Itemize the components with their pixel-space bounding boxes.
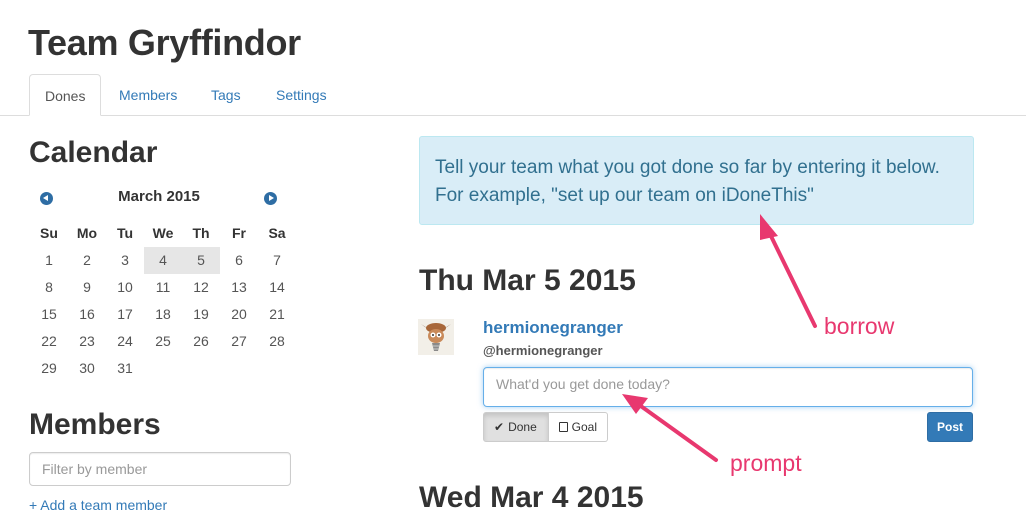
done-toggle-label: Done bbox=[508, 420, 537, 434]
calendar-day[interactable]: 11 bbox=[144, 274, 182, 301]
calendar-week: 22 23 24 25 26 27 28 bbox=[30, 328, 296, 355]
calendar-day[interactable]: 7 bbox=[258, 247, 296, 274]
entry-type-toggle: ✔ Done Goal bbox=[483, 412, 608, 442]
weekday-label: Tu bbox=[116, 225, 134, 241]
tabs-divider bbox=[0, 115, 1026, 116]
calendar-day[interactable]: 16 bbox=[68, 301, 106, 328]
entry-date-heading: Thu Mar 5 2015 bbox=[419, 264, 636, 297]
tab-members[interactable]: Members bbox=[119, 74, 177, 115]
owl-avatar-icon bbox=[418, 319, 454, 355]
calendar-day[interactable]: 30 bbox=[68, 355, 106, 382]
member-filter-input[interactable] bbox=[29, 452, 291, 486]
calendar-day[interactable]: 25 bbox=[144, 328, 182, 355]
prompt-annotation-label: prompt bbox=[730, 450, 802, 476]
done-toggle-button[interactable]: ✔ Done bbox=[483, 412, 549, 442]
calendar-day-empty bbox=[220, 355, 258, 382]
weekday-label: Sa bbox=[268, 225, 286, 241]
goal-toggle-label: Goal bbox=[571, 420, 597, 434]
weekday-label: Mo bbox=[76, 225, 98, 241]
calendar-week: 1 2 3 4 5 6 7 bbox=[30, 247, 296, 274]
calendar-day[interactable]: 18 bbox=[144, 301, 182, 328]
calendar-day[interactable]: 20 bbox=[220, 301, 258, 328]
calendar-day[interactable]: 26 bbox=[182, 328, 220, 355]
calendar-day[interactable]: 29 bbox=[30, 355, 68, 382]
calendar-day[interactable]: 22 bbox=[30, 328, 68, 355]
add-team-member-link[interactable]: + Add a team member bbox=[29, 497, 167, 513]
calendar-day-selected[interactable]: 4 bbox=[144, 247, 182, 274]
calendar-weekday-row: Su Mo Tu We Th Fr Sa bbox=[30, 220, 296, 247]
borrow-arrow bbox=[760, 214, 817, 328]
calendar-day[interactable]: 9 bbox=[68, 274, 106, 301]
user-handle: @hermionegranger bbox=[483, 343, 603, 358]
prev-month-icon[interactable] bbox=[40, 192, 53, 205]
calendar-day[interactable]: 12 bbox=[182, 274, 220, 301]
calendar-grid: Su Mo Tu We Th Fr Sa 1 2 3 4 5 6 7 8 9 1… bbox=[30, 220, 296, 382]
calendar-day[interactable]: 15 bbox=[30, 301, 68, 328]
calendar-day[interactable]: 10 bbox=[106, 274, 144, 301]
avatar[interactable] bbox=[418, 319, 454, 355]
calendar-day[interactable]: 2 bbox=[68, 247, 106, 274]
calendar-day[interactable]: 23 bbox=[68, 328, 106, 355]
calendar-month-label: March 2015 bbox=[118, 188, 200, 205]
calendar-day[interactable]: 3 bbox=[106, 247, 144, 274]
goal-toggle-button[interactable]: Goal bbox=[549, 412, 608, 442]
tab-tags[interactable]: Tags bbox=[211, 74, 241, 115]
calendar-day[interactable]: 21 bbox=[258, 301, 296, 328]
weekday-label: Su bbox=[40, 225, 58, 241]
calendar-day-empty bbox=[258, 355, 296, 382]
team-title: Team Gryffindor bbox=[28, 22, 301, 63]
calendar-day-selected[interactable]: 5 bbox=[182, 247, 220, 274]
calendar-day[interactable]: 24 bbox=[106, 328, 144, 355]
borrow-annotation-label: borrow bbox=[824, 313, 895, 339]
members-heading: Members bbox=[29, 408, 161, 441]
calendar-day[interactable]: 6 bbox=[220, 247, 258, 274]
calendar-heading: Calendar bbox=[29, 136, 158, 169]
calendar-day[interactable]: 14 bbox=[258, 274, 296, 301]
calendar-week: 15 16 17 18 19 20 21 bbox=[30, 301, 296, 328]
next-month-icon[interactable] bbox=[264, 192, 277, 205]
calendar-day[interactable]: 17 bbox=[106, 301, 144, 328]
calendar-day-empty bbox=[144, 355, 182, 382]
weekday-label: We bbox=[152, 225, 174, 241]
calendar-day[interactable]: 13 bbox=[220, 274, 258, 301]
calendar-day[interactable]: 1 bbox=[30, 247, 68, 274]
calendar-day-empty bbox=[182, 355, 220, 382]
checkbox-icon bbox=[559, 422, 568, 432]
calendar-day[interactable]: 8 bbox=[30, 274, 68, 301]
username-link[interactable]: hermionegranger bbox=[483, 318, 623, 338]
weekday-label: Fr bbox=[232, 225, 246, 241]
info-alert: Tell your team what you got done so far … bbox=[419, 136, 974, 225]
done-entry-input[interactable] bbox=[483, 367, 973, 407]
calendar-day[interactable]: 19 bbox=[182, 301, 220, 328]
checkmark-icon: ✔ bbox=[494, 420, 505, 434]
calendar-day[interactable]: 27 bbox=[220, 328, 258, 355]
tab-dones[interactable]: Dones bbox=[29, 74, 101, 116]
calendar-week: 8 9 10 11 12 13 14 bbox=[30, 274, 296, 301]
weekday-label: Th bbox=[192, 225, 210, 241]
next-date-heading: Wed Mar 4 2015 bbox=[419, 481, 644, 514]
tab-settings[interactable]: Settings bbox=[276, 74, 327, 115]
post-button[interactable]: Post bbox=[927, 412, 973, 442]
calendar-day[interactable]: 31 bbox=[106, 355, 144, 382]
calendar-day[interactable]: 28 bbox=[258, 328, 296, 355]
calendar-week: 29 30 31 bbox=[30, 355, 296, 382]
